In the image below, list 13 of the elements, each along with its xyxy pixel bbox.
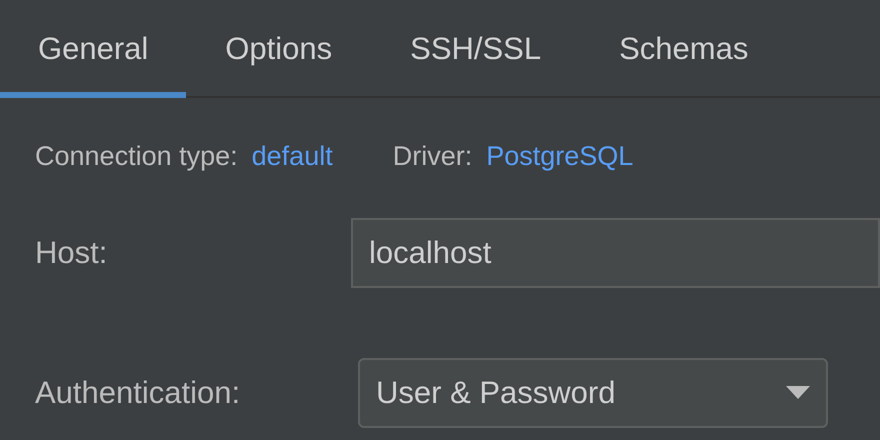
host-field[interactable]: localhost (350, 218, 880, 288)
host-label: Host: (34, 234, 108, 272)
tab[interactable]: Schemas (580, 0, 788, 98)
caret-icon (786, 386, 810, 400)
driver-label: Driver: (392, 140, 472, 173)
authentication-label: Authentication: (34, 374, 242, 412)
connection-type-link[interactable]: default (252, 136, 333, 176)
authentication-dropdown[interactable]: User & Password (358, 358, 828, 428)
driver-link[interactable]: PostgreSQL (486, 136, 634, 176)
tab[interactable]: General (0, 0, 186, 98)
tab[interactable]: SSH/SSL (371, 0, 580, 98)
connection-type-label: Connection type: (35, 140, 238, 173)
tab[interactable]: Options (186, 0, 372, 98)
